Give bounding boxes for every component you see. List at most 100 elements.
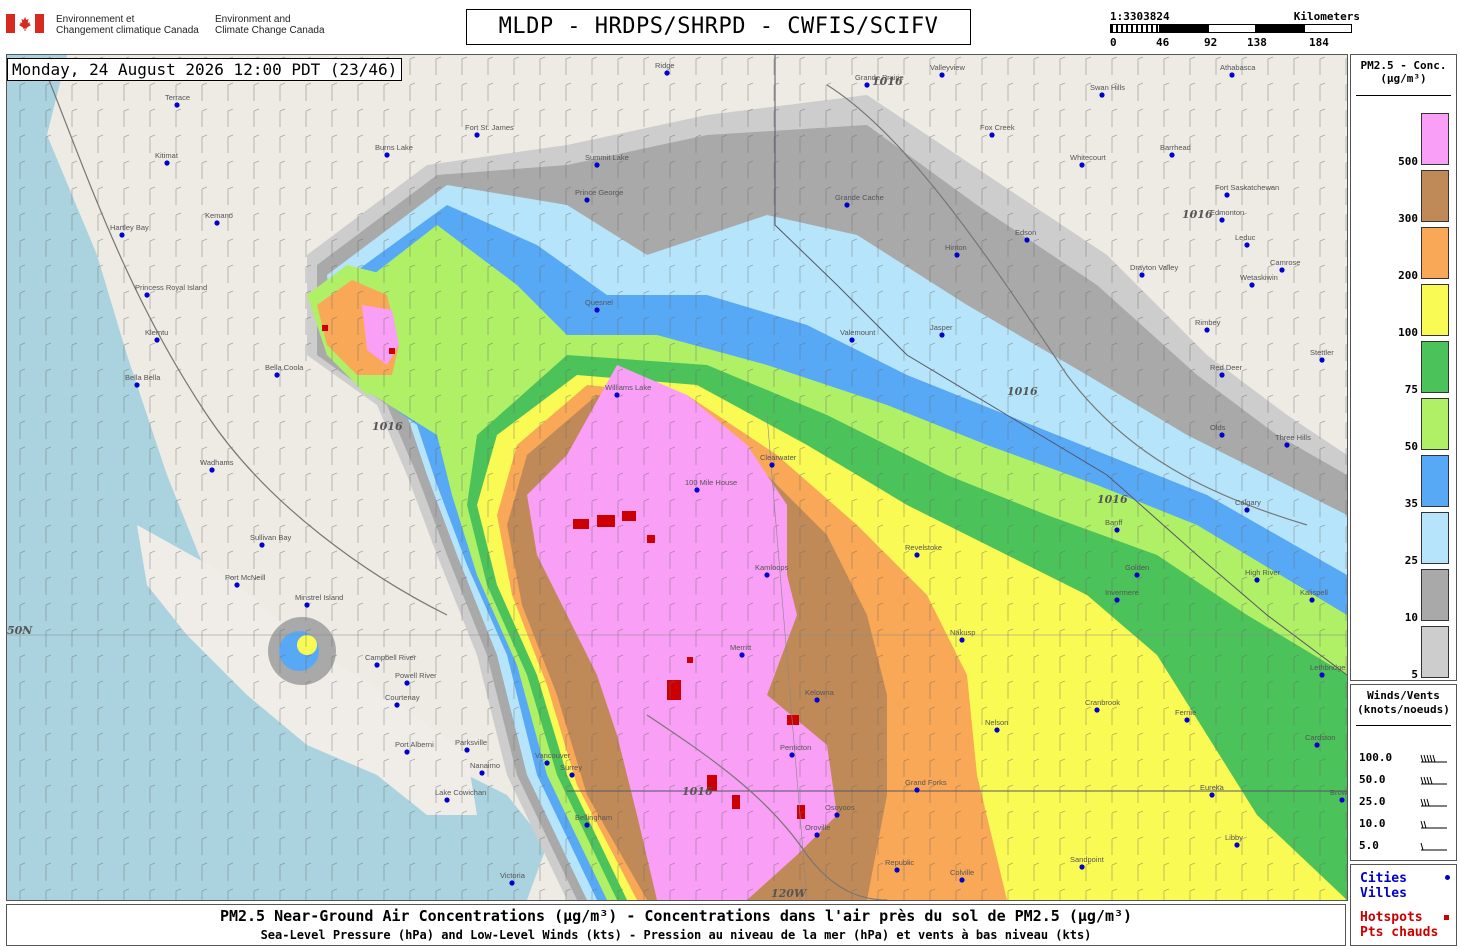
city-label: Valleyview — [930, 63, 965, 72]
model-title: MLDP - HRDPS/SHRPD - CWFIS/SCIFV — [498, 14, 939, 39]
city-label: Red Deer — [1210, 363, 1243, 372]
pm25-concentration-map[interactable]: 1016 1016 1016 1016 1016 1016 50N 120W T… — [6, 54, 1348, 901]
government-logo: Environnement et Changement climatique C… — [6, 10, 336, 40]
city-label: Kamloops — [755, 563, 789, 572]
city-marker — [994, 727, 1000, 733]
scale-tick-138: 138 — [1247, 36, 1267, 49]
map-canvas: 1016 1016 1016 1016 1016 1016 50N 120W T… — [7, 55, 1347, 900]
city-marker — [1314, 742, 1320, 748]
city-marker — [259, 542, 265, 548]
city-marker — [614, 392, 620, 398]
city-marker — [664, 70, 670, 76]
city-marker — [154, 337, 160, 343]
city-label: Swan Hills — [1090, 83, 1125, 92]
city-marker — [404, 749, 410, 755]
isobar-label: 1016 — [1097, 493, 1128, 506]
city-label: Vancouver — [535, 751, 571, 760]
city-label: Cranbrook — [1085, 698, 1120, 707]
city-label: Osoyoos — [825, 803, 855, 812]
latitude-label: 50N — [7, 624, 33, 637]
city-marker — [1094, 707, 1100, 713]
city-marker — [939, 72, 945, 78]
city-label: Grand Forks — [905, 778, 947, 787]
city-marker — [584, 822, 590, 828]
legend-label-10: 10 — [1404, 611, 1418, 624]
city-label: Port McNeill — [225, 573, 266, 582]
city-marker — [174, 102, 180, 108]
city-marker — [844, 202, 850, 208]
city-label: Nanaimo — [470, 761, 500, 770]
isobar-label: 1016 — [1182, 208, 1213, 221]
legend-swatch-35 — [1421, 455, 1449, 507]
city-marker — [1114, 597, 1120, 603]
city-marker — [1024, 237, 1030, 243]
scale-segment-4 — [1256, 24, 1304, 33]
city-marker — [464, 747, 470, 753]
city-label: Surrey — [560, 763, 582, 772]
legend-label-500: 500 — [1398, 155, 1418, 168]
city-marker — [849, 337, 855, 343]
city-label: High River — [1245, 568, 1281, 577]
city-label: Powell River — [395, 671, 437, 680]
city-label: Lake Cowichan — [435, 788, 486, 797]
city-marker — [959, 877, 965, 883]
department-name-en: Environment and Climate Change Canada — [215, 14, 325, 36]
city-label: Ridge — [655, 61, 675, 70]
scale-segment-5 — [1304, 24, 1352, 33]
city-marker — [1224, 192, 1230, 198]
city-dot-icon — [1445, 875, 1450, 880]
city-marker — [1079, 162, 1085, 168]
city-label: Oroville — [805, 823, 830, 832]
city-label: Barrhead — [1160, 143, 1191, 152]
city-label: Parksville — [455, 738, 487, 747]
isobar-label: 1016 — [372, 420, 403, 433]
scale-unit: Kilometers — [1293, 10, 1360, 23]
city-label: Republic — [885, 858, 914, 867]
scale-tick-184: 184 — [1309, 36, 1329, 49]
city-label: Nakusp — [950, 628, 975, 637]
caption-main: PM2.5 Near-Ground Air Concentrations (µg… — [219, 907, 1133, 925]
city-label: Nelson — [985, 718, 1008, 727]
city-marker — [954, 252, 960, 258]
city-label: Klemtu — [145, 328, 168, 337]
city-marker — [1319, 357, 1325, 363]
longitude-label: 120W — [771, 887, 808, 900]
city-label: Invermere — [1105, 588, 1139, 597]
city-marker — [814, 697, 820, 703]
city-label: Olds — [1210, 423, 1226, 432]
city-label: Sullivan Bay — [250, 533, 292, 542]
city-marker — [814, 832, 820, 838]
city-marker — [444, 797, 450, 803]
city-label: Courtenay — [385, 693, 420, 702]
city-label: Lethbridge — [1310, 663, 1345, 672]
city-marker — [1279, 267, 1285, 273]
city-label: Sandpoint — [1070, 855, 1105, 864]
city-label: Cardston — [1305, 733, 1335, 742]
city-label: Burns Lake — [375, 143, 413, 152]
dept-en-line2: Climate Change Canada — [215, 25, 325, 36]
scale-tick-92: 92 — [1204, 36, 1218, 49]
city-marker — [1319, 672, 1325, 678]
city-marker — [164, 160, 170, 166]
legend-label-5: 5 — [1411, 668, 1418, 681]
wind-barb-icon — [1420, 754, 1447, 763]
city-marker — [894, 867, 900, 873]
city-marker — [119, 232, 125, 238]
city-marker — [1234, 842, 1240, 848]
city-marker — [234, 582, 240, 588]
city-marker — [939, 332, 945, 338]
city-label: Williams Lake — [605, 383, 651, 392]
legend-label-35: 35 — [1404, 497, 1418, 510]
scale-segment-2 — [1160, 24, 1208, 33]
city-label: Jasper — [930, 323, 953, 332]
city-label: Browning — [1330, 788, 1347, 797]
city-label: Camrose — [1270, 258, 1300, 267]
city-label: Three Hills — [1275, 433, 1311, 442]
city-marker — [134, 382, 140, 388]
city-label: Libby — [1225, 833, 1243, 842]
city-label: Bella Coola — [265, 363, 304, 372]
city-label: Summit Lake — [585, 153, 629, 162]
city-label: Golden — [1125, 563, 1149, 572]
legend-swatch-500 — [1421, 113, 1449, 165]
city-marker — [1204, 327, 1210, 333]
